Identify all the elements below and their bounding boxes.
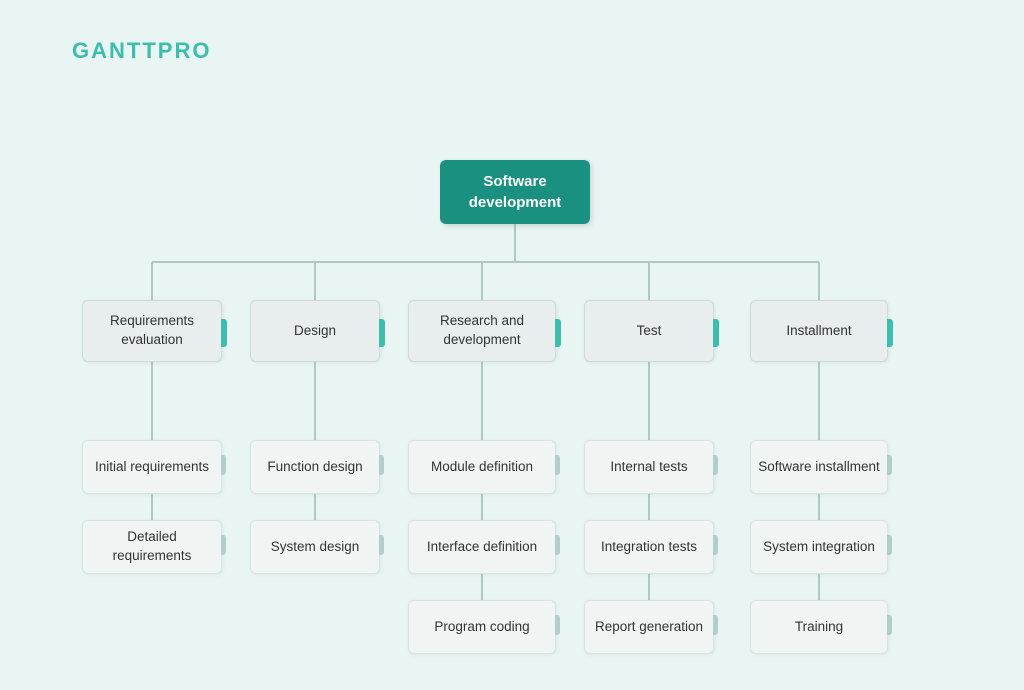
l2-node-5: Interface definition bbox=[408, 520, 556, 574]
l2-node-11: System integration bbox=[750, 520, 888, 574]
l2-node-3: System design bbox=[250, 520, 380, 574]
l1-node-tst: Test bbox=[584, 300, 714, 362]
l2-node-7: Internal tests bbox=[584, 440, 714, 494]
l2-node-6: Program coding bbox=[408, 600, 556, 654]
l1-node-des: Design bbox=[250, 300, 380, 362]
l2-node-9: Report generation bbox=[584, 600, 714, 654]
logo: GANTTPRO bbox=[72, 38, 211, 64]
l2-node-10: Software installment bbox=[750, 440, 888, 494]
l1-node-req: Requirementsevaluation bbox=[82, 300, 222, 362]
l2-node-4: Module definition bbox=[408, 440, 556, 494]
l2-node-8: Integration tests bbox=[584, 520, 714, 574]
l2-node-0: Initial requirements bbox=[82, 440, 222, 494]
org-chart: Softwaredevelopment Requirementsevaluatio… bbox=[50, 100, 974, 660]
l2-node-12: Training bbox=[750, 600, 888, 654]
root-node: Softwaredevelopment bbox=[440, 160, 590, 224]
l1-node-ins: Installment bbox=[750, 300, 888, 362]
l1-node-res: Research anddevelopment bbox=[408, 300, 556, 362]
l2-node-2: Function design bbox=[250, 440, 380, 494]
l2-node-1: Detailedrequirements bbox=[82, 520, 222, 574]
